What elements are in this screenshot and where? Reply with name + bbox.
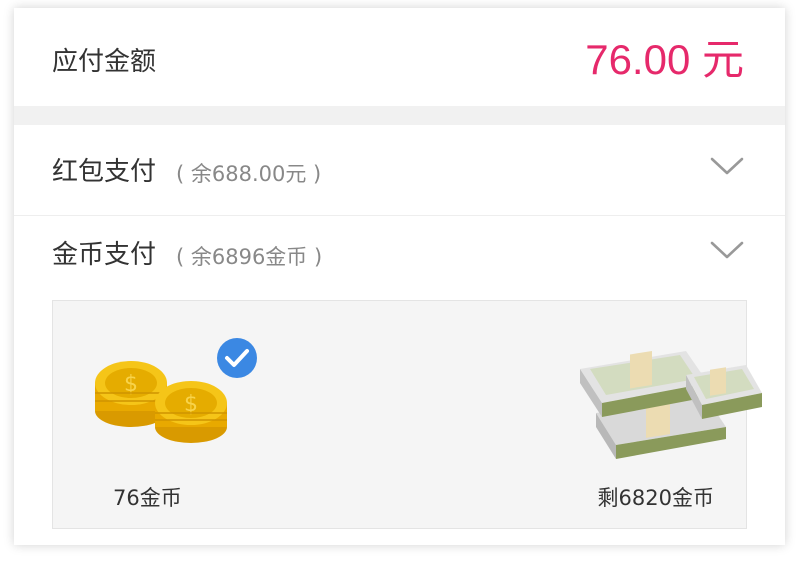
payment-card: 应付金额 76.00 元 红包支付 ( 余688.00元 ) 金币支付 ( 余6… (14, 8, 785, 545)
coin-payment-title: 金币支付 (52, 240, 157, 270)
coin-balance: ( 余6896金币 ) (176, 245, 323, 269)
coin-payment-row[interactable]: 金币支付 ( 余6896金币 ) (14, 217, 785, 299)
section-divider (14, 106, 785, 125)
amount-due-value: 76.00 元 (585, 36, 744, 83)
amount-due-row: 应付金额 76.00 元 (14, 8, 785, 106)
coin-option-label: 76金币 (113, 486, 182, 510)
chevron-down-icon[interactable] (709, 155, 745, 177)
cash-stack-icon (580, 350, 762, 459)
red-packet-balance: ( 余688.00元 ) (176, 162, 322, 186)
coin-option-remaining[interactable]: 剩6820金币 (506, 301, 762, 528)
selected-check-icon (217, 338, 257, 378)
amount-due-label: 应付金额 (52, 47, 157, 77)
coin-options-panel: $ $ 76金币 剩6820金币 (52, 300, 762, 529)
chevron-down-icon[interactable] (709, 239, 745, 261)
coin-option-label: 剩6820金币 (597, 486, 714, 510)
coin-option-76[interactable]: $ $ 76金币 (53, 301, 293, 528)
red-packet-payment-title: 红包支付 (52, 157, 157, 187)
red-packet-payment-row[interactable]: 红包支付 ( 余688.00元 ) (14, 125, 785, 216)
